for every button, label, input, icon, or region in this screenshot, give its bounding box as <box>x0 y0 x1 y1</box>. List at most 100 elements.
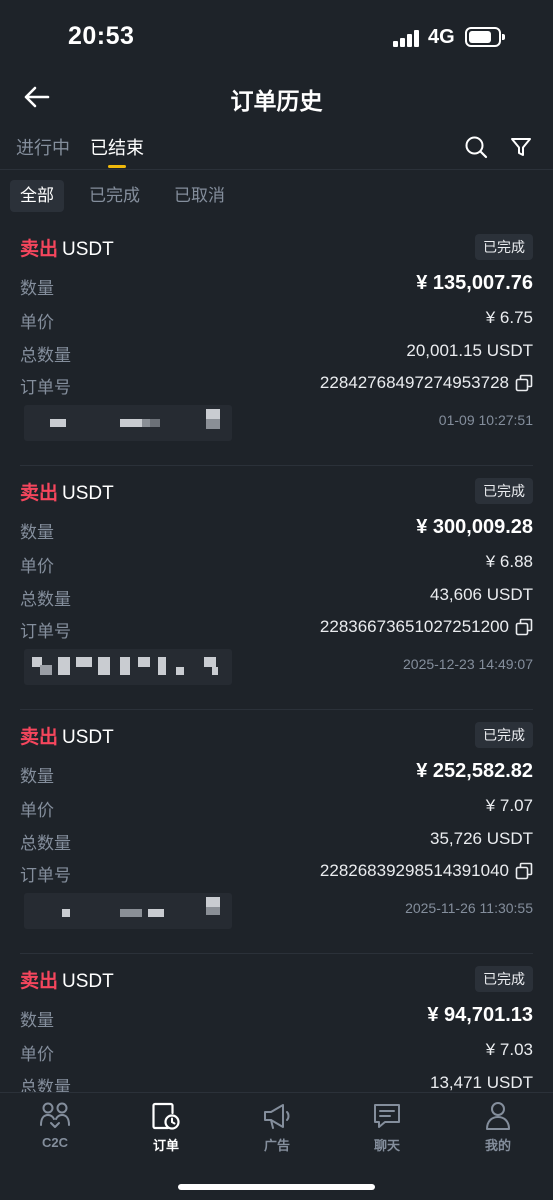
status-badge: 已完成 <box>475 966 533 992</box>
total-qty-value: 43,606 USDT <box>430 585 533 604</box>
bottom-nav-chat[interactable]: 聊天 <box>347 1101 427 1154</box>
bottom-nav-ads[interactable]: 广告 <box>237 1101 317 1154</box>
bottom-nav-orders[interactable]: 订单 <box>126 1101 206 1154</box>
order-clock-icon <box>152 1102 180 1130</box>
total-qty-label: 总数量 <box>20 346 71 365</box>
order-header: 卖出 USDT 已完成 <box>20 234 533 262</box>
copy-icon[interactable] <box>515 862 533 880</box>
order-side: 卖出 <box>20 727 59 748</box>
order-no-label: 订单号 <box>20 622 71 641</box>
price-label: 单价 <box>20 801 54 820</box>
price-value: ¥ 7.07 <box>485 796 533 815</box>
amount-row: 数量 ¥ 135,007.76 <box>20 272 533 298</box>
bottom-nav-label: C2C <box>41 1135 68 1150</box>
tab-finished[interactable]: 已结束 <box>90 134 144 160</box>
counterparty-name-redacted <box>24 405 232 441</box>
order-asset: USDT <box>62 239 114 260</box>
price-label: 单价 <box>20 1045 54 1064</box>
order-header: 卖出 USDT 已完成 <box>20 478 533 506</box>
amount-row: 数量 ¥ 300,009.28 <box>20 516 533 542</box>
profile-icon <box>486 1102 510 1130</box>
status-bar: 20:53 4G <box>0 0 553 72</box>
filter-icon <box>511 138 531 156</box>
order-no-row: 订单号 22826839298514391040 <box>20 859 533 885</box>
total-qty-row: 总数量 35,726 USDT <box>20 827 533 853</box>
order-asset: USDT <box>62 483 114 504</box>
order-time: 2025-11-26 11:30:55 <box>405 900 533 916</box>
amount-value: ¥ 135,007.76 <box>416 272 533 294</box>
order-time: 2025-12-23 14:49:07 <box>403 656 533 672</box>
price-row: 单价 ¥ 7.07 <box>20 794 533 820</box>
amount-row: 数量 ¥ 94,701.13 <box>20 1004 533 1030</box>
price-value: ¥ 6.88 <box>485 552 533 571</box>
status-time: 20:53 <box>68 22 135 50</box>
bottom-nav-label: 广告 <box>263 1138 290 1153</box>
order-no-value: 22836673651027251200 <box>319 617 509 636</box>
total-qty-row: 总数量 13,471 USDT <box>20 1071 533 1092</box>
search-button[interactable] <box>463 134 489 160</box>
price-value: ¥ 7.03 <box>485 1040 533 1059</box>
network-type: 4G <box>428 26 455 48</box>
chat-icon <box>374 1104 400 1128</box>
order-time: 01-09 10:27:51 <box>438 412 533 428</box>
amount-label: 数量 <box>20 767 54 786</box>
bottom-nav-c2c[interactable]: C2C <box>15 1101 95 1150</box>
amount-label: 数量 <box>20 1011 54 1030</box>
copy-icon[interactable] <box>515 374 533 392</box>
page-title: 订单历史 <box>230 88 323 114</box>
active-tab-indicator <box>108 165 126 168</box>
order-side: 卖出 <box>20 239 59 260</box>
order-card[interactable]: 卖出 USDT 已完成 数量 ¥ 300,009.28 单价 ¥ 6.88 总数量… <box>20 466 533 710</box>
order-no-label: 订单号 <box>20 866 71 885</box>
price-row: 单价 ¥ 7.03 <box>20 1038 533 1064</box>
counterparty-name-redacted <box>24 649 232 685</box>
order-header: 卖出 USDT 已完成 <box>20 966 533 994</box>
total-qty-row: 总数量 43,606 USDT <box>20 583 533 609</box>
battery-icon <box>465 27 505 47</box>
order-no-label: 订单号 <box>20 378 71 397</box>
price-row: 单价 ¥ 6.75 <box>20 306 533 332</box>
status-tabs: 进行中 已结束 <box>0 122 553 170</box>
order-header: 卖出 USDT 已完成 <box>20 722 533 750</box>
order-card[interactable]: 卖出 USDT 已完成 数量 ¥ 135,007.76 单价 ¥ 6.75 总数量… <box>20 222 533 466</box>
total-qty-label: 总数量 <box>20 834 71 853</box>
copy-icon[interactable] <box>515 618 533 636</box>
home-indicator[interactable] <box>178 1184 375 1190</box>
back-arrow-icon <box>24 86 50 108</box>
order-no-row: 订单号 22842768497274953728 <box>20 371 533 397</box>
order-side: 卖出 <box>20 971 59 992</box>
status-badge: 已完成 <box>475 478 533 504</box>
signal-icon <box>393 29 421 47</box>
price-row: 单价 ¥ 6.88 <box>20 550 533 576</box>
tab-in-progress[interactable]: 进行中 <box>16 134 70 160</box>
filter-button[interactable] <box>508 134 534 160</box>
total-qty-label: 总数量 <box>20 590 71 609</box>
order-no-value: 22842768497274953728 <box>319 373 509 392</box>
bottom-nav-label: 订单 <box>152 1138 179 1153</box>
total-qty-row: 总数量 20,001.15 USDT <box>20 339 533 365</box>
filter-all[interactable]: 全部 <box>10 180 64 212</box>
filter-chips: 全部 已完成 已取消 <box>0 178 553 214</box>
bottom-nav-profile[interactable]: 我的 <box>458 1101 538 1154</box>
amount-value: ¥ 300,009.28 <box>416 516 533 538</box>
order-asset: USDT <box>62 727 114 748</box>
status-badge: 已完成 <box>475 722 533 748</box>
order-card[interactable]: 卖出 USDT 已完成 数量 ¥ 94,701.13 单价 ¥ 7.03 总数量 … <box>20 954 533 1092</box>
order-asset: USDT <box>62 971 114 992</box>
order-card[interactable]: 卖出 USDT 已完成 数量 ¥ 252,582.82 单价 ¥ 7.07 总数量… <box>20 710 533 954</box>
amount-label: 数量 <box>20 523 54 542</box>
counterparty-name-redacted <box>24 893 232 929</box>
amount-value: ¥ 252,582.82 <box>416 760 533 782</box>
bottom-nav-label: 我的 <box>484 1138 511 1153</box>
order-no-row: 订单号 22836673651027251200 <box>20 615 533 641</box>
back-button[interactable] <box>20 82 52 112</box>
order-side: 卖出 <box>20 483 59 504</box>
amount-value: ¥ 94,701.13 <box>427 1004 533 1026</box>
filter-cancelled[interactable]: 已取消 <box>164 180 235 212</box>
c2c-users-icon <box>40 1102 70 1128</box>
total-qty-value: 35,726 USDT <box>430 829 533 848</box>
price-label: 单价 <box>20 313 54 332</box>
amount-row: 数量 ¥ 252,582.82 <box>20 760 533 786</box>
total-qty-label: 总数量 <box>20 1078 71 1092</box>
filter-completed[interactable]: 已完成 <box>79 180 150 212</box>
